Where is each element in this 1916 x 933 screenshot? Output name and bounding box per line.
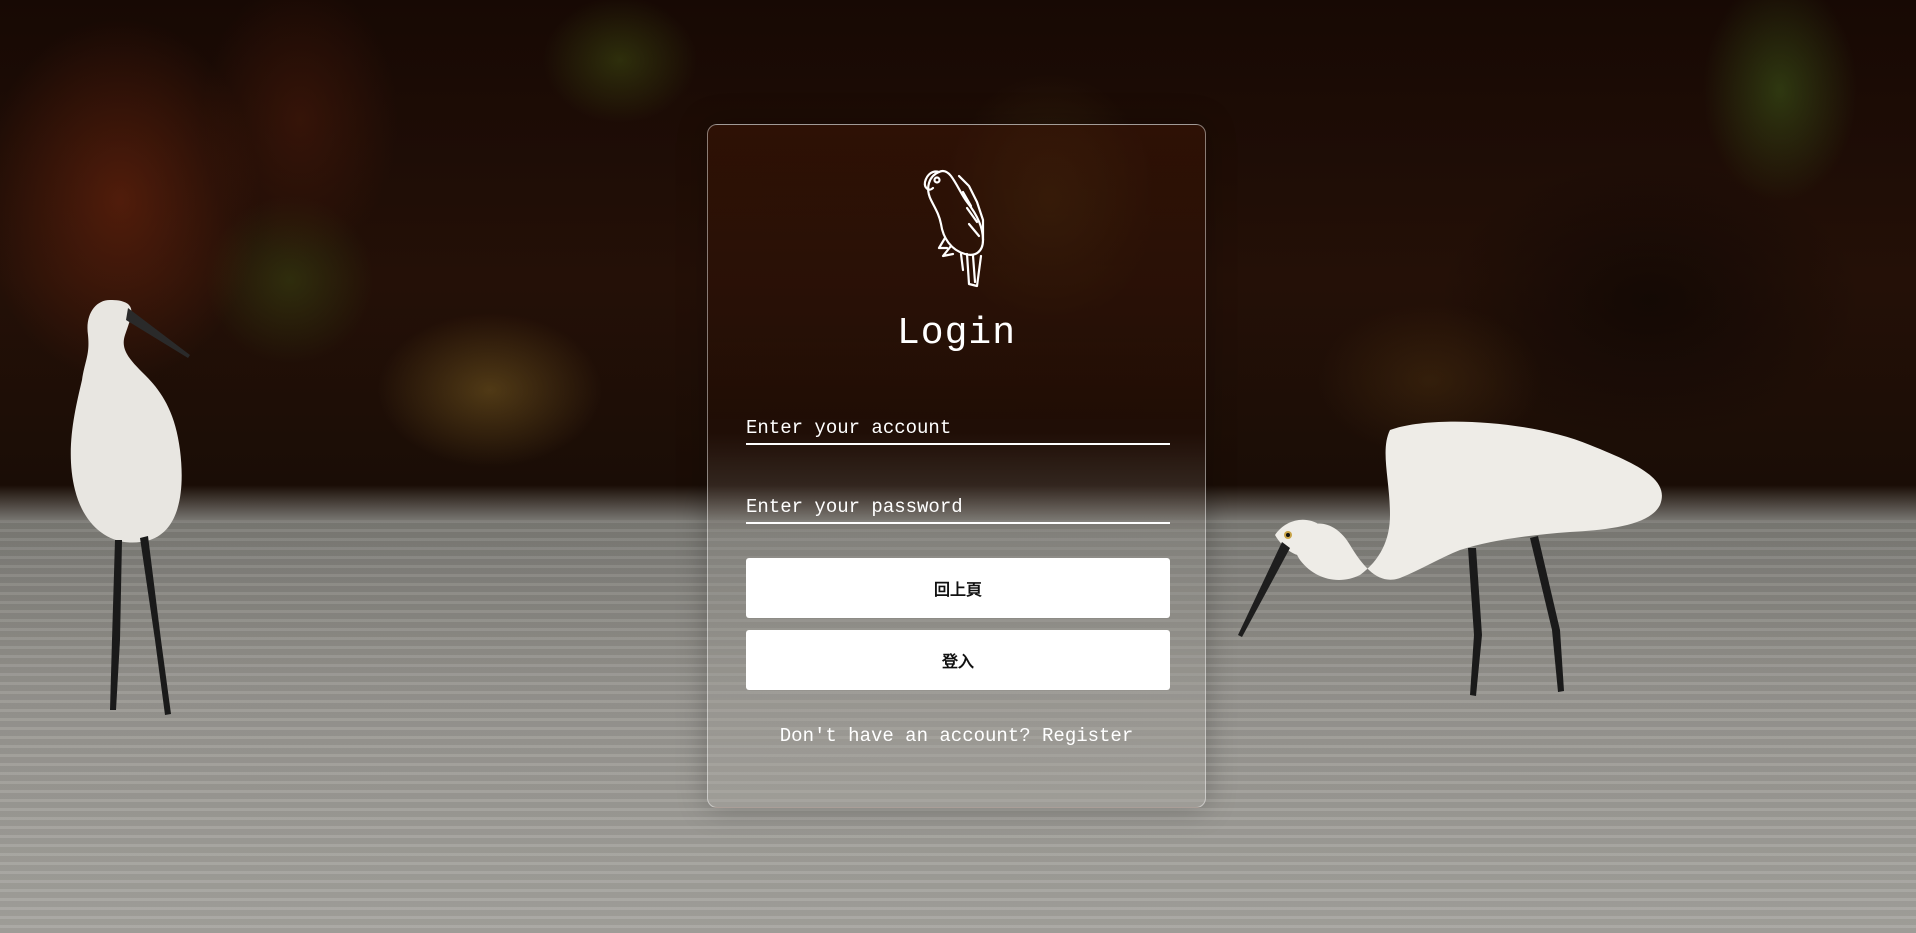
back-button[interactable]: 回上頁 — [746, 558, 1170, 618]
account-input[interactable] — [746, 413, 1170, 445]
page-title: Login — [896, 312, 1017, 355]
password-input[interactable] — [746, 492, 1170, 524]
egret-right-image — [1238, 421, 1662, 696]
register-prompt: Don't have an account? Register — [708, 724, 1205, 748]
login-button[interactable]: 登入 — [746, 630, 1170, 690]
login-card: Login 回上頁 登入 Don't have an account? Regi… — [707, 124, 1206, 808]
egret-left-image — [70, 300, 190, 715]
register-link[interactable]: Register — [1042, 725, 1133, 747]
parrot-icon — [923, 169, 985, 288]
register-prompt-text: Don't have an account? — [779, 725, 1031, 747]
